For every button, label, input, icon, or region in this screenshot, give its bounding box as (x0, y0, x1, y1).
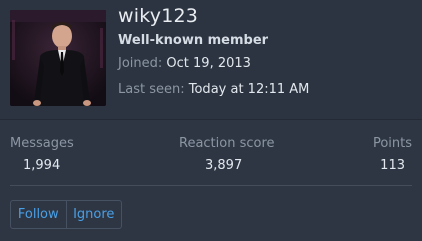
user-title: Well-known member (118, 33, 269, 48)
last-seen-row: Last seen: Today at 12:11 AM (118, 82, 309, 97)
last-seen-value: Today at 12:11 AM (188, 82, 310, 97)
reaction-score-label: Reaction score (179, 136, 275, 151)
joined-label: Joined: (118, 56, 163, 71)
member-tooltip-card: wiky123 Well-known member Joined: Oct 19… (0, 0, 422, 241)
points-value[interactable]: 113 (380, 158, 405, 173)
avatar[interactable] (10, 10, 106, 106)
reaction-score-value[interactable]: 3,897 (205, 158, 242, 173)
messages-label: Messages (10, 136, 74, 151)
member-header: wiky123 Well-known member Joined: Oct 19… (0, 0, 422, 120)
messages-value[interactable]: 1,994 (23, 158, 60, 173)
last-seen-label: Last seen: (118, 82, 185, 97)
username[interactable]: wiky123 (118, 5, 198, 27)
joined-value: Oct 19, 2013 (166, 56, 251, 71)
stats-divider (10, 185, 412, 186)
member-actions: Follow Ignore (10, 200, 122, 229)
avatar-image (10, 10, 106, 106)
points-label: Points (372, 136, 412, 151)
follow-button[interactable]: Follow (11, 201, 67, 228)
joined-row: Joined: Oct 19, 2013 (118, 56, 251, 71)
ignore-button[interactable]: Ignore (67, 201, 122, 228)
